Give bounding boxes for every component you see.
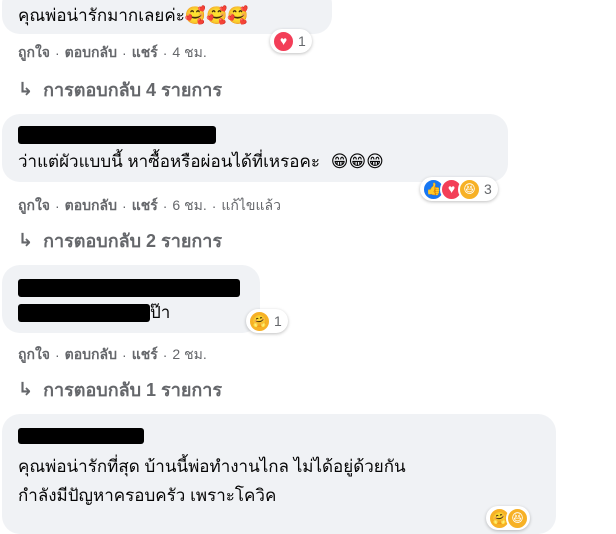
comment-text: ว่าแต่ผัวแบบนี้ หาซื้อหรือผ่อนได้ที่เหรอ…	[18, 151, 384, 173]
redacted-author-name	[18, 428, 144, 444]
view-replies-label: การตอบกลับ 1 รายการ	[43, 380, 223, 400]
smiling-hearts-emoji: 🥰🥰🥰	[184, 6, 249, 26]
comment-text-line: กำลังมีปัญหาครอบครัว เพราะโควิค	[18, 485, 276, 507]
reply-arrow-icon: ↳	[18, 79, 34, 99]
separator: ·	[211, 198, 217, 214]
share-link[interactable]: แชร์	[132, 344, 158, 366]
view-replies-link[interactable]: ↳ การตอบกลับ 4 รายการ	[18, 75, 222, 104]
comment-body: คุณพ่อน่ารักที่สุด บ้านนี้พ่อทำงานไกล ไม…	[18, 457, 406, 476]
haha-reaction-icon: 😆	[506, 506, 529, 530]
like-link[interactable]: ถูกใจ	[18, 344, 50, 366]
separator: ·	[122, 198, 127, 214]
view-replies-link[interactable]: ↳ การตอบกลับ 2 รายการ	[18, 226, 222, 255]
haha-reaction-icon: 😆	[458, 177, 481, 201]
timestamp[interactable]: 6 ชม.	[172, 195, 206, 217]
comment-bubble	[2, 265, 260, 333]
like-link[interactable]: ถูกใจ	[18, 195, 50, 217]
separator: ·	[55, 45, 60, 61]
timestamp[interactable]: 2 ชม.	[172, 344, 206, 366]
redacted-author-name	[18, 279, 240, 297]
separator: ·	[162, 45, 168, 61]
separator: ·	[55, 198, 60, 214]
redacted-author-name	[18, 126, 216, 144]
separator: ·	[162, 347, 168, 363]
reply-arrow-icon: ↳	[18, 230, 34, 250]
grinning-emoji: 😁😁😁	[330, 152, 384, 172]
reply-arrow-icon: ↳	[18, 379, 34, 399]
view-replies-label: การตอบกลับ 2 รายการ	[43, 231, 223, 251]
love-reaction-icon: ♥	[272, 29, 295, 53]
share-link[interactable]: แชร์	[132, 195, 158, 217]
comment-actions: ถูกใจ · ตอบกลับ · แชร์ · 4 ชม.	[18, 42, 207, 64]
comment-actions: ถูกใจ · ตอบกลับ · แชร์ · 6 ชม. · แก้ไขแล…	[18, 195, 281, 217]
comment-body: คุณพ่อน่ารักมากเลยค่ะ	[18, 6, 185, 25]
share-link[interactable]: แชร์	[132, 42, 158, 64]
reply-link[interactable]: ตอบกลับ	[65, 344, 117, 366]
comment-text-line: คุณพ่อน่ารักที่สุด บ้านนี้พ่อทำงานไกล ไม…	[18, 456, 406, 478]
edited-label: แก้ไขแล้ว	[221, 197, 281, 213]
separator: ·	[122, 347, 127, 363]
separator: ·	[55, 347, 60, 363]
comment-body: ป๊า	[150, 303, 171, 322]
comment-actions: ถูกใจ · ตอบกลับ · แชร์ · 2 ชม.	[18, 344, 207, 366]
reply-link[interactable]: ตอบกลับ	[65, 195, 117, 217]
reaction-count: 1	[274, 313, 282, 329]
like-link[interactable]: ถูกใจ	[18, 42, 50, 64]
comment-body: ว่าแต่ผัวแบบนี้ หาซื้อหรือผ่อนได้ที่เหรอ…	[18, 152, 320, 171]
comment-body: กำลังมีปัญหาครอบครัว เพราะโควิค	[18, 486, 277, 505]
view-replies-label: การตอบกลับ 4 รายการ	[43, 80, 223, 100]
view-replies-link[interactable]: ↳ การตอบกลับ 1 รายการ	[18, 375, 222, 404]
comment-text: คุณพ่อน่ารักมากเลยค่ะ🥰🥰🥰	[18, 5, 248, 27]
reaction-count: 3	[484, 181, 492, 197]
care-reaction-icon: 🤗	[248, 309, 271, 333]
reaction-count: 1	[298, 33, 306, 49]
separator: ·	[122, 45, 127, 61]
comment-text: ป๊า	[150, 302, 170, 324]
redacted-text	[18, 304, 150, 322]
reaction-summary[interactable]: 🤗 😆	[486, 506, 530, 530]
reply-link[interactable]: ตอบกลับ	[65, 42, 117, 64]
separator: ·	[162, 198, 168, 214]
reaction-summary[interactable]: 👍 ♥ 😆 3	[420, 177, 498, 201]
timestamp[interactable]: 4 ชม.	[172, 42, 206, 64]
reaction-summary[interactable]: ♥ 1	[270, 29, 312, 53]
reaction-summary[interactable]: 🤗 1	[246, 309, 288, 333]
